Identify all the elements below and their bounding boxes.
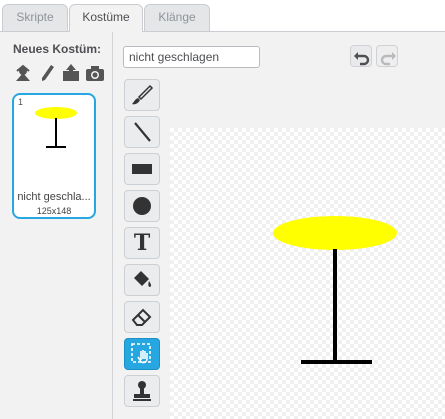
text-icon: T bbox=[133, 230, 151, 256]
costume-size: 125x148 bbox=[36, 206, 72, 216]
paint-brush-icon[interactable] bbox=[37, 63, 57, 83]
costume-thumbnail bbox=[35, 107, 77, 148]
brush-icon bbox=[132, 84, 154, 105]
stamp-icon bbox=[133, 381, 151, 401]
fill-tool[interactable] bbox=[124, 264, 160, 296]
camera-icon[interactable] bbox=[85, 63, 105, 83]
redo-icon bbox=[380, 52, 396, 66]
tab-bar: Skripte Kostüme Klänge bbox=[0, 0, 445, 32]
text-tool[interactable]: T bbox=[124, 227, 160, 259]
new-costume-label: Neues Kostüm: bbox=[13, 42, 102, 56]
redo-button[interactable] bbox=[376, 45, 398, 67]
costume-name-input[interactable] bbox=[123, 46, 260, 68]
costume-drawing bbox=[273, 216, 397, 364]
select-icon bbox=[131, 343, 151, 364]
costume-list-panel: Neues Kostüm: 1 nicht geschla... 125x148 bbox=[0, 31, 113, 419]
ellipse-tool[interactable] bbox=[124, 190, 160, 222]
costume-number: 1 bbox=[18, 97, 24, 107]
rectangle-icon bbox=[132, 164, 152, 174]
yellow-ellipse bbox=[273, 216, 397, 250]
tab-scripts[interactable]: Skripte bbox=[2, 4, 68, 31]
stamp-tool[interactable] bbox=[124, 375, 160, 407]
sprite-library-icon[interactable] bbox=[13, 63, 33, 83]
paint-editor: T bbox=[113, 31, 445, 419]
tab-costumes[interactable]: Kostüme bbox=[69, 4, 143, 32]
rectangle-tool[interactable] bbox=[124, 153, 160, 185]
ellipse-icon bbox=[133, 197, 151, 215]
tab-sounds[interactable]: Klänge bbox=[144, 4, 210, 31]
costume-name: nicht geschla... bbox=[17, 191, 91, 203]
costume-tile[interactable]: 1 nicht geschla... 125x148 bbox=[12, 93, 96, 219]
paint-bucket-icon bbox=[134, 271, 152, 287]
line-tool[interactable] bbox=[124, 116, 160, 148]
eraser-icon bbox=[131, 308, 152, 326]
upload-icon[interactable] bbox=[61, 63, 81, 83]
eraser-tool[interactable] bbox=[124, 301, 160, 333]
select-tool[interactable] bbox=[124, 338, 160, 370]
new-costume-icons bbox=[13, 63, 108, 83]
brush-tool[interactable] bbox=[124, 79, 160, 111]
drawing-canvas[interactable] bbox=[170, 128, 445, 419]
undo-button[interactable] bbox=[350, 45, 372, 67]
undo-icon bbox=[354, 52, 370, 66]
line-icon bbox=[134, 122, 151, 142]
